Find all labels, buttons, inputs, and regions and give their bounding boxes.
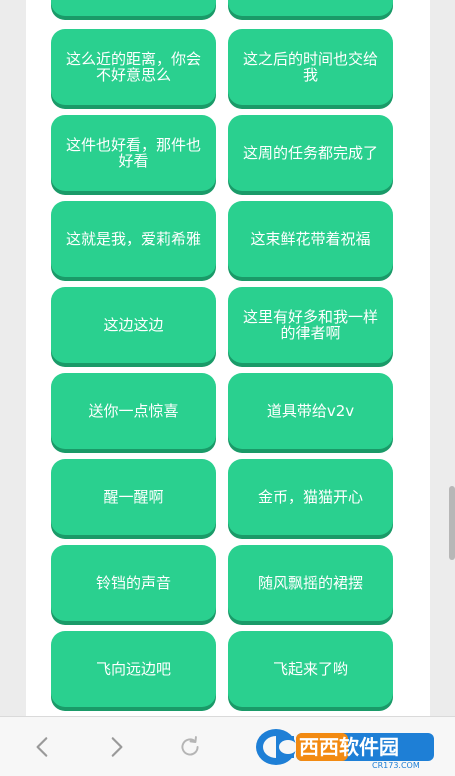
voice-button[interactable]: 这里有好多和我一样的律者啊 bbox=[228, 287, 393, 363]
voice-button[interactable]: 这束鲜花带着祝福 bbox=[228, 201, 393, 277]
voice-button[interactable]: 金币，猫猫开心 bbox=[228, 459, 393, 535]
site-watermark-logo: 西西软件园 CR173.COM bbox=[254, 725, 437, 770]
voice-button[interactable]: 随风飘摇的裙摆 bbox=[228, 545, 393, 621]
voice-button[interactable]: 道具带给v2v bbox=[228, 373, 393, 449]
voice-button[interactable] bbox=[51, 0, 216, 16]
voice-button[interactable]: 飞起来了哟 bbox=[228, 631, 393, 707]
voice-button[interactable]: 飞向远边吧 bbox=[51, 631, 216, 707]
voice-button[interactable]: 这么近的距离，你会不好意思么 bbox=[51, 29, 216, 105]
voice-button[interactable]: 铃铛的声音 bbox=[51, 545, 216, 621]
svg-text:西西软件园: 西西软件园 bbox=[299, 735, 399, 759]
chevron-left-icon bbox=[36, 737, 48, 757]
refresh-button[interactable] bbox=[172, 729, 208, 765]
browser-bottom-toolbar: 西西软件园 CR173.COM bbox=[0, 716, 455, 776]
scrollbar-thumb[interactable] bbox=[449, 486, 455, 560]
voice-button[interactable] bbox=[228, 0, 393, 16]
voice-button[interactable]: 这边这边 bbox=[51, 287, 216, 363]
svg-text:CR173.COM: CR173.COM bbox=[372, 761, 420, 769]
voice-button[interactable]: 这就是我，爱莉希雅 bbox=[51, 201, 216, 277]
voice-button[interactable]: 这周的任务都完成了 bbox=[228, 115, 393, 191]
voice-button[interactable]: 送你一点惊喜 bbox=[51, 373, 216, 449]
voice-button[interactable]: 这件也好看，那件也好看 bbox=[51, 115, 216, 191]
voice-button[interactable]: 醒一醒啊 bbox=[51, 459, 216, 535]
back-button[interactable] bbox=[25, 729, 61, 765]
refresh-icon bbox=[181, 736, 199, 756]
chevron-right-icon bbox=[111, 737, 123, 757]
voice-button[interactable]: 这之后的时间也交给我 bbox=[228, 29, 393, 105]
forward-button[interactable] bbox=[98, 729, 134, 765]
